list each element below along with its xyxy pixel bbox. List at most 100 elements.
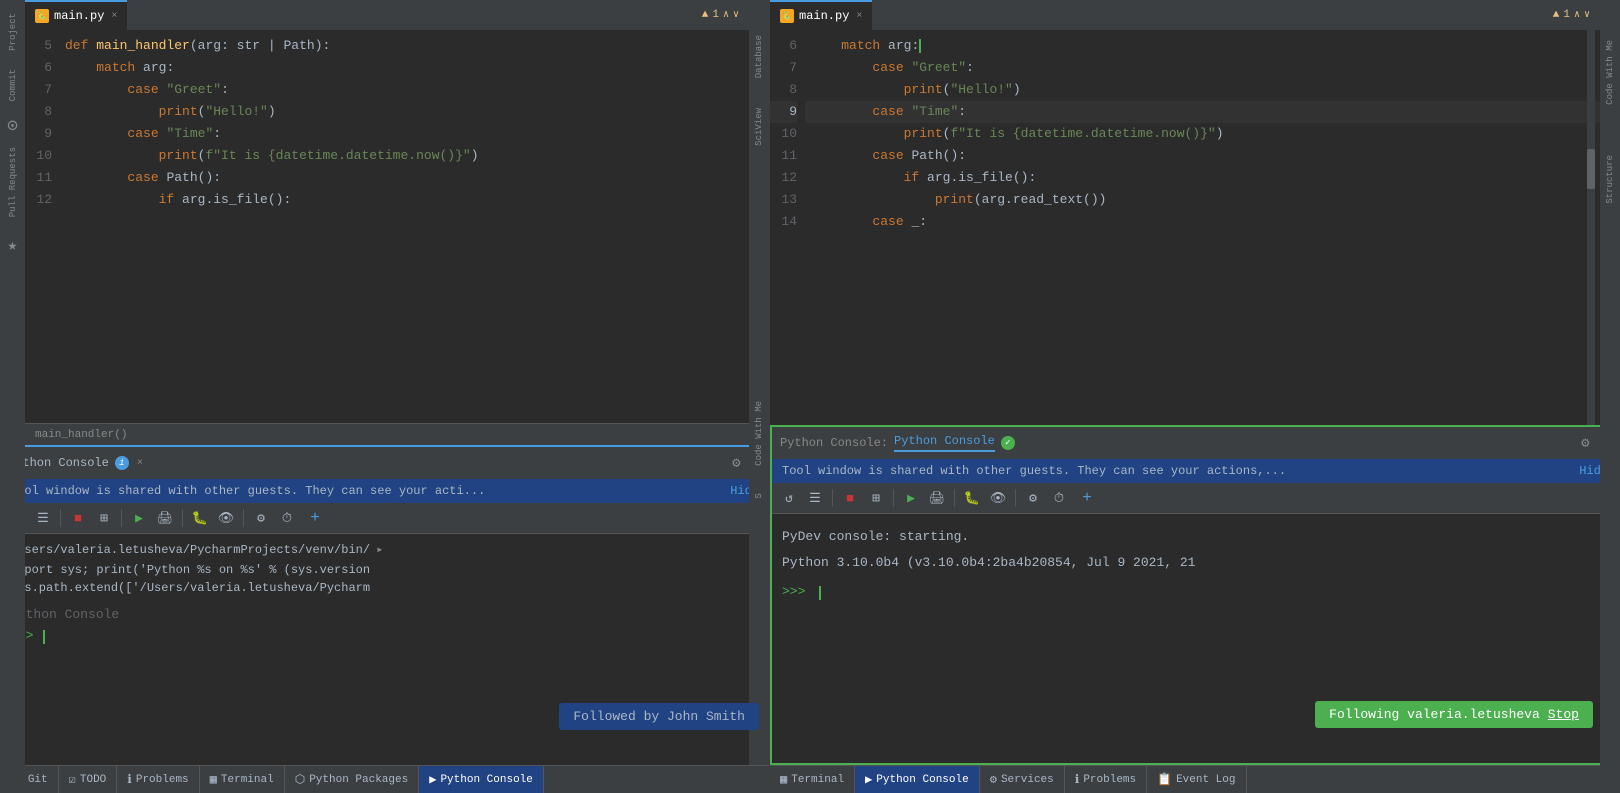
left-console-settings-icon[interactable]: ⚙ — [732, 455, 740, 472]
toolbar-separator-2 — [121, 509, 122, 527]
sidebar-item-database[interactable]: Database — [754, 35, 764, 78]
git-label: Git — [28, 774, 48, 786]
left-console-header: Python Console i × ⚙ — — [0, 447, 769, 479]
breadcrumb-text: main_handler() — [35, 429, 127, 441]
left-vertical-sidebar: Project Commit ⊙ Pull Requests ★ — [0, 0, 25, 793]
right-editor-tab-main[interactable]: 🐍 main.py × — [770, 0, 872, 30]
todo-label: TODO — [80, 774, 106, 786]
tool-settings2-btn[interactable]: ⚙ — [250, 507, 272, 529]
right-tool-print-btn[interactable]: 🖨 — [926, 487, 948, 509]
right-tool-history-btn[interactable]: ⏱ — [1048, 487, 1070, 509]
tool-add-btn[interactable]: + — [304, 507, 326, 529]
terminal-label: Terminal — [221, 774, 274, 786]
left-code-content[interactable]: def main_handler(arg: str | Path): match… — [60, 30, 769, 423]
terminal-icon: ▦ — [210, 772, 217, 787]
console-icon-right: ▶ — [865, 772, 872, 787]
right-tab-close-icon[interactable]: × — [856, 11, 862, 22]
tool-eye-btn[interactable]: 👁 — [215, 507, 237, 529]
problems-icon-right: ℹ — [1075, 772, 1080, 787]
sidebar-item-pull-requests[interactable]: Pull Requests — [5, 139, 21, 225]
sidebar-item-structure-right[interactable]: Structure — [1605, 155, 1615, 204]
right-console-settings-icon[interactable]: ⚙ — [1581, 435, 1589, 452]
console-prompt-label-area: Python Console >>> — [10, 607, 759, 644]
right-separator-1 — [832, 489, 833, 507]
right-console-panel: Python Console: Python Console ✓ ⚙ — Too… — [770, 425, 1620, 765]
status-services[interactable]: ⚙ Services — [980, 766, 1065, 793]
right-tab-filename: main.py — [799, 9, 849, 23]
console-expand-icon[interactable]: ▸ — [376, 542, 383, 557]
sidebar-item-codewithme-right[interactable]: Code With Me — [1605, 40, 1615, 105]
tool-history-btn[interactable]: ⏱ — [276, 507, 298, 529]
status-python-packages[interactable]: ⬡ Python Packages — [285, 766, 420, 793]
left-console-badge: i — [115, 456, 129, 470]
right-shared-msg: Tool window is shared with other guests.… — [782, 464, 1286, 478]
status-event-log[interactable]: 📋 Event Log — [1147, 766, 1246, 793]
status-problems-right[interactable]: ℹ Problems — [1065, 766, 1147, 793]
eventlog-label: Event Log — [1176, 774, 1235, 786]
left-right-sidebar: Database SciView — [749, 30, 769, 423]
tool-print-btn[interactable]: 🖨 — [154, 507, 176, 529]
console-label-left: Python Console — [440, 774, 532, 786]
right-editor-scrollbar[interactable] — [1587, 30, 1595, 425]
left-console-toolbar: ↺ ☰ ■ ⊞ ▶ 🖨 🐛 👁 ⚙ ⏱ + — [0, 503, 769, 534]
following-text: Following valeria.letusheva — [1329, 707, 1540, 722]
services-label: Services — [1001, 774, 1054, 786]
main-area: Project Commit ⊙ Pull Requests ★ 🐍 main.… — [0, 0, 1620, 793]
right-tool-stop-btn[interactable]: ■ — [839, 487, 861, 509]
status-python-console-left[interactable]: ▶ Python Console — [419, 766, 544, 793]
right-python-file-icon: 🐍 — [780, 9, 794, 23]
right-status-items: ▦ Terminal ▶ Python Console ⚙ Services ℹ… — [770, 766, 1620, 793]
left-status-bar: ⎇ Git ☑ TODO ℹ Problems ▦ Terminal ⬡ P — [0, 765, 769, 793]
console-input-line[interactable]: >>> — [10, 626, 759, 644]
tool-stop-btn[interactable]: ■ — [67, 507, 89, 529]
followed-notification: Followed by John Smith — [559, 703, 759, 730]
tool-build-btn[interactable]: ⊞ — [93, 507, 115, 529]
right-side-sidebar: Code With Me Structure — [1600, 0, 1620, 793]
sidebar-item-codewithme-left[interactable]: Code With Me — [754, 401, 764, 466]
right-tool-settings2-btn[interactable]: ⚙ — [1022, 487, 1044, 509]
toolbar-separator-4 — [243, 509, 244, 527]
sidebar-item-commit[interactable]: Commit — [5, 61, 21, 109]
left-console-body[interactable]: /Users/valeria.letusheva/PycharmProjects… — [0, 534, 769, 765]
right-console-header: Python Console: Python Console ✓ ⚙ — — [772, 427, 1618, 459]
right-console-title[interactable]: Python Console — [894, 434, 995, 452]
nav-down-icon[interactable]: ∨ — [733, 9, 739, 21]
left-shared-banner: Tool window is shared with other guests.… — [0, 479, 769, 503]
right-nav-down-icon[interactable]: ∨ — [1584, 9, 1590, 21]
tool-format-btn[interactable]: ☰ — [32, 507, 54, 529]
stop-following-btn[interactable]: Stop — [1548, 707, 1579, 722]
right-tool-build-btn[interactable]: ⊞ — [865, 487, 887, 509]
sidebar-icon-vcs[interactable]: ⊙ — [7, 115, 18, 137]
tool-run-btn[interactable]: ▶ — [128, 507, 150, 529]
status-problems[interactable]: ℹ Problems — [117, 766, 199, 793]
left-console-close-btn[interactable]: × — [137, 458, 143, 469]
sidebar-item-project[interactable]: Project — [5, 5, 21, 59]
right-tool-run-btn[interactable]: ▶ — [900, 487, 922, 509]
right-code-content[interactable]: match arg: case "Greet": print("Hello!")… — [805, 30, 1620, 425]
sidebar-item-sciview[interactable]: SciView — [754, 108, 764, 146]
warn-count: 1 — [712, 9, 719, 21]
left-console-cursor — [43, 630, 45, 644]
status-terminal[interactable]: ▦ Terminal — [200, 766, 285, 793]
right-separator-3 — [954, 489, 955, 507]
right-nav-up-icon[interactable]: ∧ — [1574, 9, 1580, 21]
problems-icon: ℹ — [127, 772, 132, 787]
right-tool-reload-btn[interactable]: ↺ — [778, 487, 800, 509]
right-prompt-area[interactable]: >>> — [782, 582, 1608, 600]
right-separator-2 — [893, 489, 894, 507]
packages-label: Python Packages — [309, 774, 408, 786]
right-tool-debug-btn[interactable]: 🐛 — [961, 487, 983, 509]
right-console-body[interactable]: PyDev console: starting. Python 3.10.0b4… — [772, 514, 1618, 763]
right-tool-format-btn[interactable]: ☰ — [804, 487, 826, 509]
tool-debug-btn[interactable]: 🐛 — [189, 507, 211, 529]
left-tab-close-icon[interactable]: × — [111, 11, 117, 22]
status-terminal-right[interactable]: ▦ Terminal — [770, 766, 855, 793]
left-editor-tab-main[interactable]: 🐍 main.py × — [25, 0, 127, 30]
nav-up-icon[interactable]: ∧ — [723, 9, 729, 21]
right-tool-add-btn[interactable]: + — [1076, 487, 1098, 509]
status-todo[interactable]: ☑ TODO — [59, 766, 118, 793]
terminal-label-right: Terminal — [791, 774, 844, 786]
sidebar-icon-favorites[interactable]: ★ — [8, 235, 18, 255]
right-tool-eye-btn[interactable]: 👁 — [987, 487, 1009, 509]
status-python-console-right[interactable]: ▶ Python Console — [855, 766, 980, 793]
